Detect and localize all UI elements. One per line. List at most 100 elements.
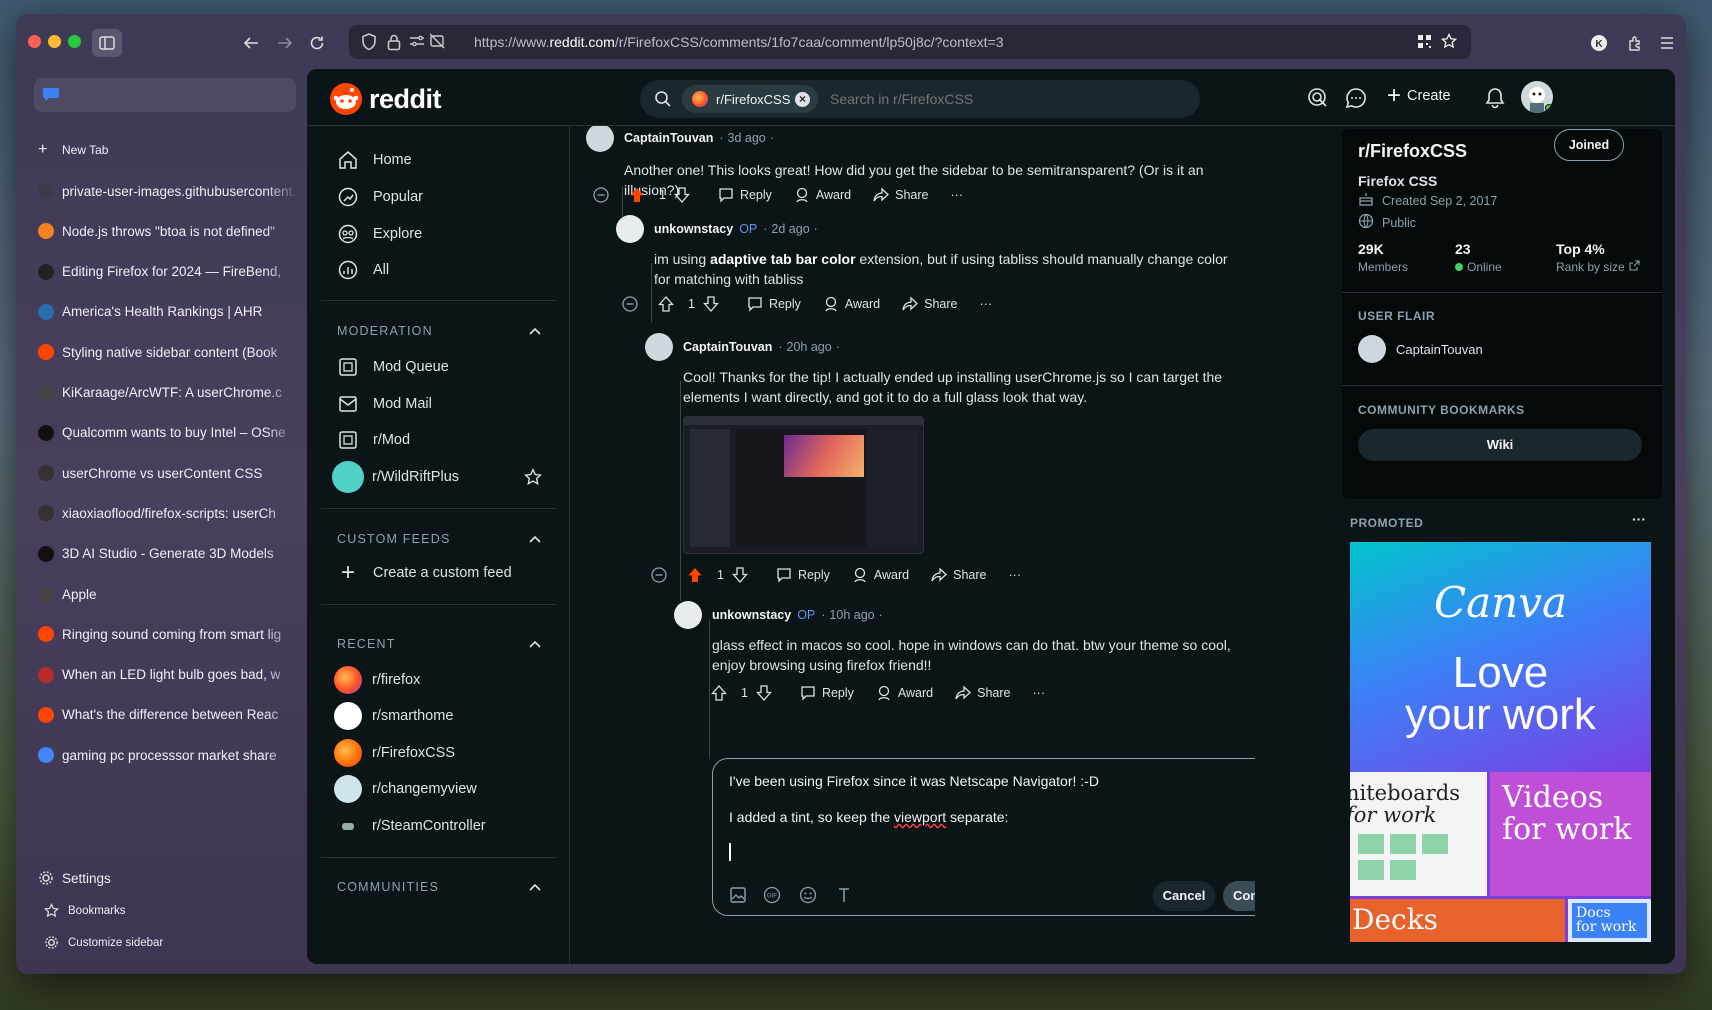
downvote-icon[interactable] — [756, 685, 778, 701]
recent-smarthome[interactable]: r/smarthome — [334, 699, 547, 733]
nav-wildriftplus[interactable]: r/WildRiftPlus — [332, 460, 547, 494]
nav-explore[interactable]: Explore — [337, 217, 547, 251]
advertise-icon[interactable] — [1307, 87, 1329, 114]
customize-sidebar-item[interactable]: Customize sidebar — [44, 929, 306, 957]
menu-icon[interactable] — [1654, 30, 1680, 56]
browser-tab[interactable]: What's the difference between Reac — [38, 701, 300, 729]
back-icon[interactable] — [238, 30, 264, 56]
sidebar-toggle-icon[interactable] — [92, 29, 122, 57]
collapse-icon[interactable] — [593, 187, 615, 203]
account-icon[interactable]: K — [1586, 30, 1612, 56]
comment-author[interactable]: unkownstacy — [712, 608, 791, 622]
recent-firefoxcss[interactable]: r/FirefoxCSS — [334, 736, 547, 770]
comment-time[interactable]: 2d ago — [771, 222, 809, 236]
comment-avatar[interactable] — [586, 126, 614, 152]
joined-button[interactable]: Joined — [1554, 129, 1624, 161]
share-button[interactable]: Share — [902, 296, 958, 312]
browser-tab[interactable]: Ringing sound coming from smart lig — [38, 620, 300, 648]
forward-icon[interactable] — [272, 30, 298, 56]
browser-tab[interactable]: xiaoxiaoflood/firefox-scripts: userCh — [38, 499, 300, 527]
create-custom-feed[interactable]: + Create a custom feed — [337, 556, 547, 590]
browser-tab[interactable]: gaming pc processsor market share — [38, 741, 300, 769]
more-options-button[interactable]: ··· — [951, 188, 964, 202]
reply-button[interactable]: Reply — [776, 567, 830, 583]
collapse-icon[interactable] — [651, 567, 673, 583]
browser-tab[interactable]: When an LED light bulb goes bad, w — [38, 661, 300, 689]
nav-all[interactable]: All — [337, 253, 547, 287]
browser-tab[interactable]: Editing Firefox for 2024 — FireBend, — [38, 258, 300, 286]
image-icon[interactable] — [729, 886, 747, 909]
upvote-icon[interactable] — [658, 296, 680, 312]
url-bar[interactable]: https://www.reddit.com/r/FirefoxCSS/comm… — [349, 25, 1471, 59]
qr-code-icon[interactable] — [1417, 34, 1432, 54]
share-button[interactable]: Share — [955, 685, 1011, 701]
upvote-icon[interactable] — [711, 685, 733, 701]
downvote-icon[interactable] — [732, 567, 754, 583]
browser-tab[interactable]: private-user-images.githubusercontent. — [38, 177, 300, 205]
reload-icon[interactable] — [304, 30, 330, 56]
recent-header[interactable]: RECENT — [337, 637, 537, 651]
collapse-icon[interactable] — [622, 296, 644, 312]
upvote-icon[interactable] — [629, 187, 651, 203]
comment-avatar[interactable] — [674, 601, 702, 629]
comment-image-thumbnail[interactable] — [683, 416, 924, 554]
share-button[interactable]: Share — [873, 187, 929, 203]
text-format-icon[interactable] — [835, 886, 853, 909]
new-tab-button[interactable]: + New Tab — [38, 136, 300, 164]
browser-tab[interactable]: userChrome vs userContent CSS — [38, 459, 300, 487]
recent-steamcontroller[interactable]: r/SteamController — [337, 809, 547, 843]
editor-line[interactable]: I've been using Firefox since it was Net… — [729, 773, 1099, 789]
chevron-up-icon[interactable] — [529, 635, 541, 653]
zoom-window-button[interactable] — [68, 35, 81, 48]
browser-tab[interactable]: Styling native sidebar content (Book — [38, 338, 300, 366]
comment-avatar[interactable] — [645, 333, 673, 361]
tracking-off-icon[interactable] — [429, 33, 445, 54]
favorite-star-icon[interactable] — [524, 468, 542, 490]
award-button[interactable]: Award — [876, 685, 933, 701]
user-avatar[interactable] — [1521, 81, 1553, 113]
bookmarks-item[interactable]: Bookmarks — [44, 897, 306, 925]
reddit-search[interactable]: r/FirefoxCSS × — [640, 80, 1200, 118]
reply-button[interactable]: Reply — [747, 296, 801, 312]
comment-author[interactable]: CaptainTouvan — [683, 340, 772, 354]
recent-firefox[interactable]: r/firefox — [334, 663, 547, 697]
award-button[interactable]: Award — [852, 567, 909, 583]
comment-time[interactable]: 10h ago — [829, 608, 874, 622]
extensions-icon[interactable] — [1622, 30, 1648, 56]
gif-icon[interactable]: GIF — [763, 886, 781, 909]
cancel-button[interactable]: Cancel — [1153, 881, 1215, 911]
moderation-header[interactable]: MODERATION — [337, 324, 537, 338]
comment-time[interactable]: 20h ago — [787, 340, 832, 354]
close-window-button[interactable] — [28, 35, 41, 48]
award-button[interactable]: Award — [794, 187, 851, 203]
nav-r-mod[interactable]: r/Mod — [337, 423, 547, 457]
subreddit-name[interactable]: r/FirefoxCSS — [1358, 141, 1467, 162]
chat-icon[interactable] — [1345, 87, 1367, 114]
promoted-ad[interactable]: Canva Love your work niteboards for work V… — [1350, 542, 1651, 942]
subreddit-search-chip[interactable]: r/FirefoxCSS × — [682, 85, 818, 113]
communities-header[interactable]: COMMUNITIES — [337, 880, 537, 894]
clear-chip-icon[interactable]: × — [795, 91, 810, 107]
share-button[interactable]: Share — [931, 567, 987, 583]
reddit-logo[interactable]: reddit — [329, 82, 442, 116]
notifications-bell-icon[interactable] — [1485, 87, 1505, 114]
user-flair[interactable]: CaptainTouvan — [1358, 335, 1483, 363]
comment-time[interactable]: 3d ago — [728, 131, 766, 145]
browser-tab[interactable]: KiKaraage/ArcWTF: A userChrome.c — [38, 379, 300, 407]
chevron-up-icon[interactable] — [529, 878, 541, 896]
nav-home[interactable]: Home — [337, 143, 547, 177]
promoted-more-button[interactable]: ··· — [1632, 511, 1646, 527]
permissions-icon[interactable] — [409, 34, 425, 53]
browser-tab[interactable]: Node.js throws "btoa is not defined" — [38, 217, 300, 245]
award-button[interactable]: Award — [823, 296, 880, 312]
reply-button[interactable]: Reply — [800, 685, 854, 701]
comment-author[interactable]: CaptainTouvan — [624, 131, 713, 145]
downvote-icon[interactable] — [674, 187, 696, 203]
url-text[interactable]: https://www.reddit.com/r/FirefoxCSS/comm… — [474, 34, 1004, 50]
browser-tab[interactable]: America's Health Rankings | AHR — [38, 298, 300, 326]
browser-tab[interactable]: 3D AI Studio - Generate 3D Models — [38, 540, 300, 568]
upvote-icon[interactable] — [687, 567, 709, 583]
shield-icon[interactable] — [361, 33, 377, 56]
nav-mod-queue[interactable]: Mod Queue — [337, 350, 547, 384]
lock-icon[interactable] — [387, 33, 401, 56]
